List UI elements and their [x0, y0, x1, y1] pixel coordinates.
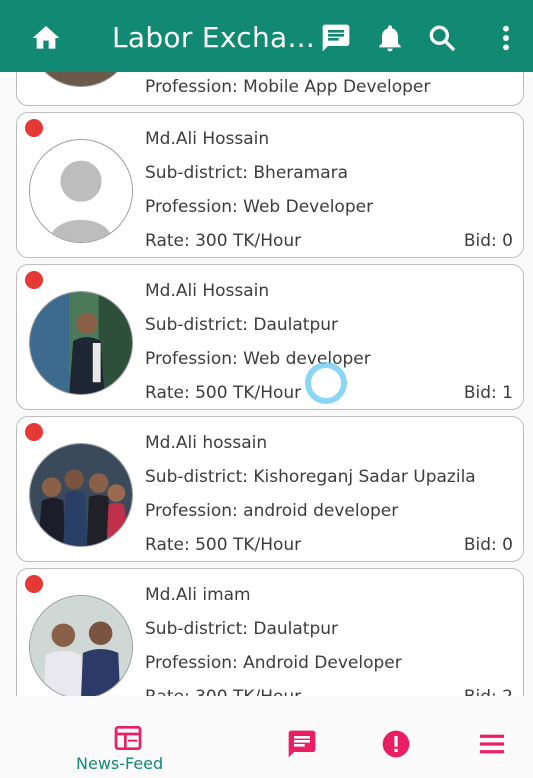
worker-bid: Bid: 1	[463, 383, 513, 403]
worker-subdistrict: Sub-district: Daulatpur	[145, 619, 339, 639]
worker-bid: Bid: 0	[463, 535, 513, 555]
bell-icon[interactable]	[374, 22, 406, 54]
touch-ripple	[305, 362, 347, 404]
avatar	[29, 443, 133, 547]
worker-name: Md.Ali imam	[145, 585, 251, 605]
worker-card[interactable]: Md.Ali hossain Sub-district: Kishoreganj…	[16, 416, 524, 562]
avatar	[29, 72, 133, 87]
tab-newsfeed-label[interactable]: News-Feed	[76, 754, 163, 773]
home-icon[interactable]	[30, 22, 62, 54]
newsfeed-list[interactable]: Profession: Mobile App Developer Md.Ali …	[0, 72, 533, 696]
worker-name: Md.Ali Hossain	[145, 281, 270, 301]
avatar	[29, 139, 133, 243]
worker-bid: Bid: 0	[463, 231, 513, 251]
worker-subdistrict: Sub-district: Daulatpur	[145, 315, 339, 335]
worker-profession: Profession: Android Developer	[145, 653, 402, 673]
worker-name: Md.Ali Hossain	[145, 129, 270, 149]
worker-subdistrict: Sub-district: Bheramara	[145, 163, 349, 183]
menu-icon[interactable]	[476, 728, 508, 760]
status-dot	[25, 423, 43, 441]
worker-card[interactable]: Md.Ali Hossain Sub-district: Daulatpur P…	[16, 264, 524, 410]
status-dot	[25, 119, 43, 137]
worker-rate: Rate: 300 TK/Hour	[145, 687, 301, 696]
worker-card[interactable]: Md.Ali Hossain Sub-district: Bheramara P…	[16, 112, 524, 258]
worker-name: Md.Ali hossain	[145, 433, 268, 453]
worker-profession: Profession: android developer	[145, 501, 399, 521]
worker-profession: Profession: Web Developer	[145, 197, 374, 217]
search-icon[interactable]	[426, 22, 458, 54]
worker-subdistrict: Sub-district: Kishoreganj Sadar Upazila	[145, 467, 476, 487]
worker-rate: Rate: 300 TK/Hour	[145, 231, 302, 251]
status-dot	[25, 575, 43, 593]
worker-card[interactable]: Profession: Mobile App Developer	[16, 72, 524, 106]
avatar	[29, 595, 133, 696]
app-title: Labor Excha...	[112, 21, 316, 54]
worker-profession: Profession: Mobile App Developer	[145, 77, 431, 97]
app-bar: Labor Excha...	[0, 0, 533, 72]
worker-rate: Rate: 500 TK/Hour	[145, 383, 302, 403]
message-icon[interactable]	[320, 22, 352, 54]
avatar	[29, 291, 133, 395]
worker-bid: Bid: 2	[464, 687, 513, 696]
worker-rate: Rate: 500 TK/Hour	[145, 535, 302, 555]
newsfeed-icon[interactable]	[112, 722, 144, 754]
alert-icon[interactable]	[380, 728, 412, 760]
bottom-navigation: News-Feed	[0, 710, 533, 778]
status-dot	[25, 271, 43, 289]
message-icon[interactable]	[286, 728, 318, 760]
worker-card[interactable]: Md.Ali imam Sub-district: Daulatpur Prof…	[16, 568, 524, 696]
more-vert-icon[interactable]	[490, 22, 522, 54]
